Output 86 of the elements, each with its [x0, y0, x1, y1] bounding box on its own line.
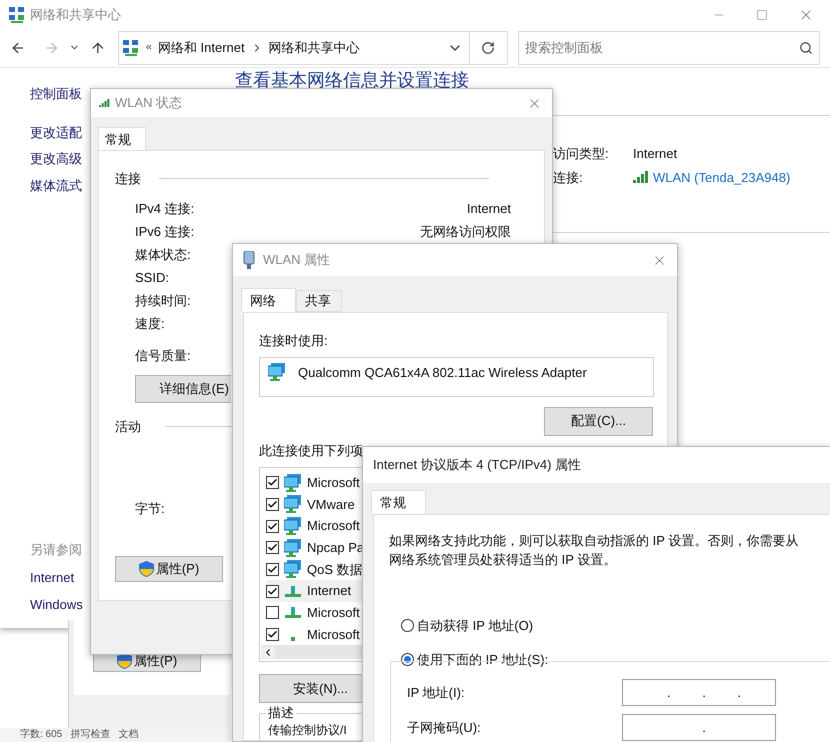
field-label: IPv6 连接: [135, 222, 194, 240]
tab[interactable]: 共享 [296, 290, 342, 312]
radio-label: 自动获得 IP 地址(O) [417, 617, 534, 635]
status-item[interactable]: 文档 [118, 728, 138, 742]
signal-icon [99, 98, 110, 108]
computer-icon [284, 495, 302, 514]
field-label: IP 地址(I): [407, 684, 466, 702]
ip-field[interactable]: . [622, 714, 776, 741]
maximize-icon[interactable] [756, 9, 768, 21]
window-title: 网络和共享中心 [30, 6, 121, 24]
field-label: 子网掩码(U): [407, 718, 482, 737]
checkbox[interactable] [266, 541, 279, 554]
breadcrumb-overflow[interactable]: « [146, 39, 152, 56]
adapter-name: Qualcomm QCA61x4A 802.11ac Wireless Adapter [298, 364, 587, 382]
protocol-icon [284, 586, 302, 597]
computer-icon [284, 517, 302, 536]
radio-button[interactable] [401, 619, 414, 632]
shield-icon [138, 561, 154, 577]
search-input[interactable]: 搜索控制面板 [524, 38, 799, 58]
field-value: Internet [466, 200, 511, 216]
section-title: 活动 [115, 418, 141, 436]
search-icon[interactable] [798, 40, 813, 54]
item-label: Microsoft [307, 517, 360, 536]
breadcrumb[interactable]: 网络和 Internet [158, 38, 245, 58]
checkbox[interactable] [266, 520, 279, 533]
field-label: 连接时使用: [259, 332, 329, 350]
ip-field[interactable]: . . . [622, 679, 776, 706]
scroll-left-icon[interactable] [261, 646, 275, 658]
see-also-heading: 另请参阅 [30, 541, 83, 559]
field-label: SSID: [135, 268, 169, 286]
refresh-icon [481, 40, 496, 54]
field-label: 媒体状态: [135, 246, 191, 262]
field-label: 速度: [135, 314, 165, 332]
page-heading: 查看基本网络信息并设置连接 [235, 69, 470, 91]
status-item[interactable]: 拼写检查 [70, 728, 110, 742]
network-icon [122, 38, 140, 56]
checkbox[interactable] [266, 562, 279, 576]
checkbox[interactable] [266, 606, 279, 620]
connection-link[interactable]: WLAN (Tenda_23A948) [653, 168, 790, 187]
network-icon [8, 6, 26, 24]
field-label: IPv4 连接: [135, 200, 194, 216]
list-item[interactable]: Microsoft [266, 624, 388, 646]
field-value: 无网络访问权限 [420, 222, 511, 240]
window-title: WLAN 状态 [115, 94, 182, 112]
tab[interactable]: 网络 [241, 288, 296, 312]
computer-icon [284, 474, 302, 492]
intro-text: 如果网络支持此功能，则可以获取自动指派的 IP 设置。否则，你需要从网络系统管理员处获得适当的 IP 设置。 [389, 532, 800, 569]
item-label: Microsoft [307, 626, 360, 644]
adapter-icon [243, 251, 255, 269]
info-value: Internet [633, 145, 678, 163]
item-label: Microsoft [307, 604, 360, 622]
details-button[interactable]: 详细信息(E) [135, 375, 231, 403]
item-label: Internet [307, 582, 352, 600]
configure-button[interactable]: 配置(C)... [544, 406, 653, 436]
signal-icon [633, 171, 649, 184]
address-bar[interactable]: « 网络和 Internet 网络和共享中心 [118, 30, 508, 64]
field-label: 持续时间: [135, 292, 191, 308]
field-label: 此连接使用下列项 [259, 442, 364, 460]
info-label: 连接: [553, 168, 584, 186]
computer-icon [268, 362, 286, 380]
radio-button[interactable] [401, 652, 414, 666]
computer-icon [284, 560, 302, 578]
item-label: VMware [307, 496, 355, 514]
section-title: 连接 [115, 170, 141, 188]
checkbox[interactable] [266, 584, 279, 598]
protocol-icon [291, 637, 295, 642]
search-field[interactable]: 搜索控制面板 [518, 30, 820, 64]
window-title: WLAN 属性 [263, 251, 330, 270]
protocol-icon [284, 607, 302, 618]
tab[interactable]: 常规 [371, 490, 426, 514]
window-title: Internet 协议版本 4 (TCP/IPv4) 属性 [373, 456, 582, 474]
field-label: 信号质量: [135, 346, 191, 364]
checkbox[interactable] [266, 476, 279, 490]
description-text: 传输控制协议/I [268, 723, 348, 737]
breadcrumb[interactable]: 网络和共享中心 [268, 38, 360, 58]
checkbox[interactable] [266, 628, 279, 641]
computer-icon [284, 538, 302, 557]
field-label: 字节: [135, 500, 165, 518]
status-item: 字数: 605 [20, 728, 62, 742]
info-label: 访问类型: [553, 145, 610, 163]
checkbox[interactable] [266, 498, 279, 511]
item-label: Microsoft [307, 474, 360, 492]
item-label: QoS 数据 [307, 560, 363, 579]
group-title: 描述 [266, 705, 296, 721]
tab[interactable]: 常规 [98, 127, 146, 150]
properties-button[interactable]: 属性(P) [115, 556, 223, 582]
